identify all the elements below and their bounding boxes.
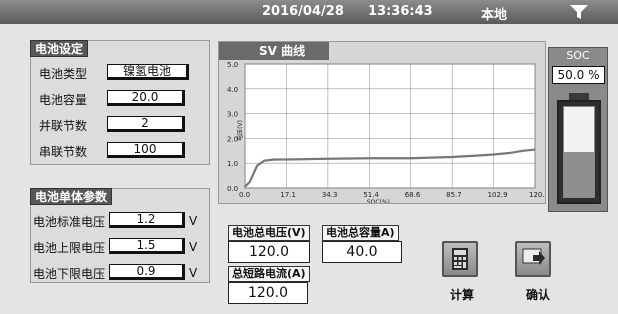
soc-value: 50.0 (557, 68, 585, 82)
battery-fill-level (564, 152, 594, 197)
filter-icon[interactable] (568, 3, 590, 21)
soc-value-box: 50.0 % (552, 66, 605, 84)
lower-voltage-label: 电池下限电压 (33, 267, 106, 281)
battery-type-row: 电池类型 镍氢电池 (31, 59, 209, 85)
battery-capacity-row: 电池容量 20.0 (31, 85, 209, 111)
upper-voltage-row: 电池上限电压 1.5 V (31, 233, 209, 259)
y-tick-label: 3.0 (227, 111, 238, 119)
confirm-action: 确认 (515, 241, 555, 303)
plot-area (244, 63, 536, 189)
battery-type-field[interactable]: 镍氢电池 (107, 64, 189, 80)
nominal-voltage-label: 电池标准电压 (33, 215, 106, 229)
battery-settings-title: 电池设定 (30, 40, 89, 57)
battery-capacity-field[interactable]: 20.0 (107, 90, 185, 106)
y-tick-label: 1.0 (227, 160, 238, 168)
cell-params-title: 电池单体参数 (30, 188, 113, 205)
battery-type-label: 电池类型 (39, 67, 88, 81)
confirm-button[interactable] (515, 241, 551, 277)
upper-voltage-field[interactable]: 1.5 (109, 238, 185, 254)
short-current-label: 总短路电流(A) (228, 266, 310, 282)
confirm-icon (522, 248, 545, 265)
sv-curve-title: SV 曲线 (219, 42, 329, 60)
x-tick-label: 0.0 (239, 191, 250, 199)
battery-settings-panel: 电池设定 电池类型 镍氢电池 电池容量 20.0 并联节数 2 串联节数 100 (30, 40, 210, 165)
sv-curve-panel: SV 曲线 0.0 17.1 34.3 51.4 68.6 85.7 102.9 120. 0.… (218, 41, 546, 204)
date-display: 2016/04/28 (262, 4, 344, 19)
x-tick-label: 17.1 (280, 191, 296, 199)
x-tick-label: 68.6 (405, 191, 421, 199)
y-axis-label: 电压(V) (236, 120, 244, 141)
location-mode: 本地 (481, 8, 508, 23)
total-capacity-stat: 电池总容量A) 40.0 (322, 225, 402, 265)
short-current-value: 120.0 (228, 282, 308, 304)
calculate-action: 计算 (442, 241, 482, 303)
top-bar: 2016/04/28 13:36:43 本地 (0, 0, 618, 24)
x-tick-label: 120. (529, 191, 545, 199)
series-count-label: 串联节数 (39, 145, 88, 159)
soc-title: SOC (566, 49, 590, 62)
hmi-screen: 2016/04/28 13:36:43 本地 电池设定 电池类型 镍氢电池 电池… (0, 0, 618, 314)
y-tick-label: 4.0 (227, 86, 238, 94)
series-count-field[interactable]: 100 (107, 142, 185, 158)
x-tick-label: 102.9 (488, 191, 508, 199)
lower-voltage-field[interactable]: 0.9 (109, 264, 185, 280)
nominal-voltage-unit: V (189, 214, 198, 228)
lower-voltage-unit: V (189, 266, 198, 280)
cell-params-panel: 电池单体参数 电池标准电压 1.2 V 电池上限电压 1.5 V 电池下限电压 … (30, 188, 210, 283)
calculate-label: 计算 (450, 288, 475, 302)
total-capacity-value: 40.0 (322, 241, 402, 263)
battery-capacity-label: 电池容量 (39, 93, 88, 107)
total-capacity-label: 电池总容量A) (322, 225, 399, 241)
upper-voltage-unit: V (189, 240, 198, 254)
nominal-voltage-row: 电池标准电压 1.2 V (31, 207, 209, 233)
y-tick-label: 0.0 (227, 185, 238, 193)
upper-voltage-label: 电池上限电压 (33, 241, 106, 255)
short-current-stat: 总短路电流(A) 120.0 (228, 266, 312, 306)
battery-gauge-inner (563, 106, 595, 198)
parallel-count-label: 并联节数 (39, 119, 88, 133)
calculate-button[interactable] (442, 241, 478, 277)
total-voltage-value: 120.0 (228, 241, 310, 263)
battery-gauge (557, 100, 601, 204)
nominal-voltage-field[interactable]: 1.2 (109, 212, 185, 228)
confirm-label: 确认 (526, 288, 551, 302)
sv-chart: 0.0 17.1 34.3 51.4 68.6 85.7 102.9 120.0.01.02.… (227, 61, 545, 203)
y-tick-label: 5.0 (227, 61, 238, 69)
time-display: 13:36:43 (368, 4, 433, 19)
soc-unit: % (588, 68, 600, 82)
calculator-icon (452, 248, 468, 270)
total-voltage-stat: 电池总电压(V) 120.0 (228, 225, 312, 265)
series-count-row: 串联节数 100 (31, 137, 209, 163)
lower-voltage-row: 电池下限电压 0.9 V (31, 259, 209, 285)
parallel-count-field[interactable]: 2 (107, 116, 185, 132)
total-voltage-label: 电池总电压(V) (228, 225, 310, 241)
soc-panel: SOC 50.0 % (548, 47, 608, 212)
x-tick-label: 85.7 (446, 191, 462, 199)
x-tick-label: 51.4 (363, 191, 379, 199)
x-tick-label: 34.3 (322, 191, 338, 199)
x-axis-label: SOC(%) (367, 199, 390, 203)
parallel-count-row: 并联节数 2 (31, 111, 209, 137)
